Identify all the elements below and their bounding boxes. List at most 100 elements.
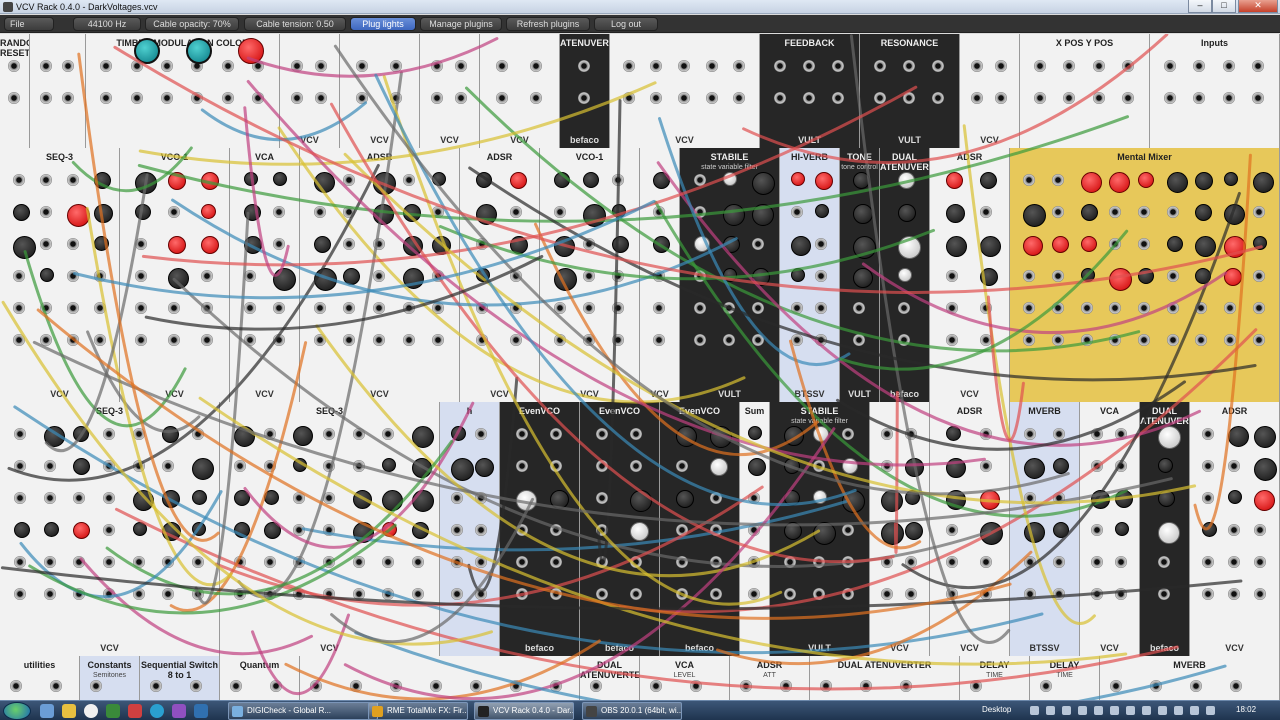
- jack-port[interactable]: [1052, 588, 1065, 600]
- jack-port[interactable]: [970, 680, 982, 692]
- jack-port[interactable]: [1092, 92, 1105, 104]
- jack-port[interactable]: [803, 60, 815, 72]
- jack-port[interactable]: [1166, 334, 1179, 346]
- knob[interactable]: [12, 204, 30, 221]
- knob[interactable]: [12, 236, 36, 259]
- jack-port[interactable]: [773, 60, 786, 72]
- knob[interactable]: [630, 490, 652, 512]
- jack-port[interactable]: [323, 588, 335, 600]
- jack-port[interactable]: [995, 60, 1007, 72]
- knob[interactable]: [412, 522, 430, 539]
- start-button[interactable]: [3, 702, 31, 720]
- jack-port[interactable]: [233, 460, 246, 472]
- jack-port[interactable]: [653, 334, 665, 346]
- jack-port[interactable]: [612, 174, 625, 186]
- module-panel[interactable]: ADSR ATT: [730, 656, 810, 700]
- knob[interactable]: [43, 522, 59, 537]
- jack-port[interactable]: [323, 492, 335, 504]
- jack-port[interactable]: [66, 334, 79, 346]
- module-panel[interactable]: ADSR VCV: [300, 148, 460, 402]
- knob[interactable]: [980, 522, 1003, 545]
- jack-port[interactable]: [1150, 680, 1162, 692]
- knob[interactable]: [946, 426, 961, 441]
- module-panel[interactable]: VCO-1 VCV: [120, 148, 230, 402]
- knob[interactable]: [1202, 522, 1217, 537]
- jack-port[interactable]: [1080, 334, 1093, 346]
- jack-port[interactable]: [905, 428, 917, 440]
- jack-port[interactable]: [946, 270, 958, 282]
- module-panel[interactable]: DUAL ATENUVERTER: [810, 656, 960, 700]
- knob[interactable]: [476, 204, 497, 225]
- jack-port[interactable]: [1122, 60, 1135, 72]
- knob[interactable]: [1224, 236, 1246, 258]
- jack-port[interactable]: [1222, 92, 1235, 104]
- jack-port[interactable]: [693, 270, 706, 282]
- jack-port[interactable]: [475, 428, 487, 440]
- jack-port[interactable]: [1023, 302, 1036, 314]
- knob[interactable]: [1195, 204, 1213, 221]
- knob[interactable]: [1158, 458, 1173, 473]
- jack-port[interactable]: [66, 174, 79, 186]
- jack-port[interactable]: [293, 492, 306, 504]
- jack-port[interactable]: [496, 60, 508, 72]
- jack-port[interactable]: [1110, 680, 1122, 692]
- jack-port[interactable]: [946, 334, 958, 346]
- jack-port[interactable]: [73, 588, 86, 600]
- knob[interactable]: [815, 204, 829, 218]
- jack-port[interactable]: [578, 60, 590, 72]
- jack-port[interactable]: [980, 206, 992, 218]
- jack-port[interactable]: [791, 302, 803, 314]
- jack-port[interactable]: [980, 556, 992, 568]
- jack-port[interactable]: [1052, 492, 1065, 504]
- knob[interactable]: [135, 204, 152, 220]
- jack-port[interactable]: [690, 680, 702, 692]
- jack-port[interactable]: [676, 556, 688, 568]
- knob[interactable]: [676, 490, 694, 508]
- jack-port[interactable]: [791, 334, 803, 346]
- jack-port[interactable]: [13, 588, 26, 600]
- jack-port[interactable]: [630, 556, 642, 568]
- knob[interactable]: [612, 236, 630, 253]
- jack-port[interactable]: [66, 270, 79, 282]
- jack-port[interactable]: [475, 556, 487, 568]
- knob[interactable]: [475, 458, 494, 477]
- knob[interactable]: [402, 268, 424, 289]
- knob[interactable]: [791, 236, 811, 256]
- jack-port[interactable]: [853, 334, 865, 346]
- knob[interactable]: [412, 426, 435, 448]
- jack-port[interactable]: [390, 680, 402, 692]
- app-icon-red[interactable]: [128, 704, 142, 718]
- knob[interactable]: [1052, 458, 1069, 474]
- jack-port[interactable]: [323, 460, 335, 472]
- jack-port[interactable]: [1222, 60, 1235, 72]
- module-panel[interactable]: VCV: [280, 34, 340, 148]
- jack-port[interactable]: [352, 556, 365, 568]
- jack-port[interactable]: [748, 556, 760, 568]
- jack-port[interactable]: [1023, 492, 1036, 504]
- jack-port[interactable]: [39, 174, 52, 186]
- jack-port[interactable]: [103, 492, 115, 504]
- tray-icon[interactable]: [1142, 706, 1151, 715]
- jack-port[interactable]: [803, 92, 815, 104]
- knob[interactable]: [791, 172, 805, 186]
- jack-port[interactable]: [510, 680, 522, 692]
- jack-port[interactable]: [233, 556, 246, 568]
- jack-port[interactable]: [946, 302, 958, 314]
- jack-port[interactable]: [291, 60, 303, 72]
- jack-port[interactable]: [432, 334, 445, 346]
- knob[interactable]: [980, 236, 1001, 257]
- jack-port[interactable]: [39, 302, 52, 314]
- jack-port[interactable]: [1195, 334, 1208, 346]
- knob[interactable]: [1023, 204, 1047, 227]
- jack-port[interactable]: [1166, 206, 1179, 218]
- jack-port[interactable]: [1052, 302, 1064, 314]
- jack-port[interactable]: [550, 524, 562, 536]
- tray-icon[interactable]: [1174, 706, 1183, 715]
- knob[interactable]: [898, 204, 916, 222]
- knob[interactable]: [272, 172, 287, 186]
- knob[interactable]: [412, 458, 433, 478]
- knob[interactable]: [39, 268, 54, 282]
- chrome-icon[interactable]: [84, 704, 98, 718]
- jack-port[interactable]: [550, 428, 562, 440]
- jack-port[interactable]: [323, 428, 335, 440]
